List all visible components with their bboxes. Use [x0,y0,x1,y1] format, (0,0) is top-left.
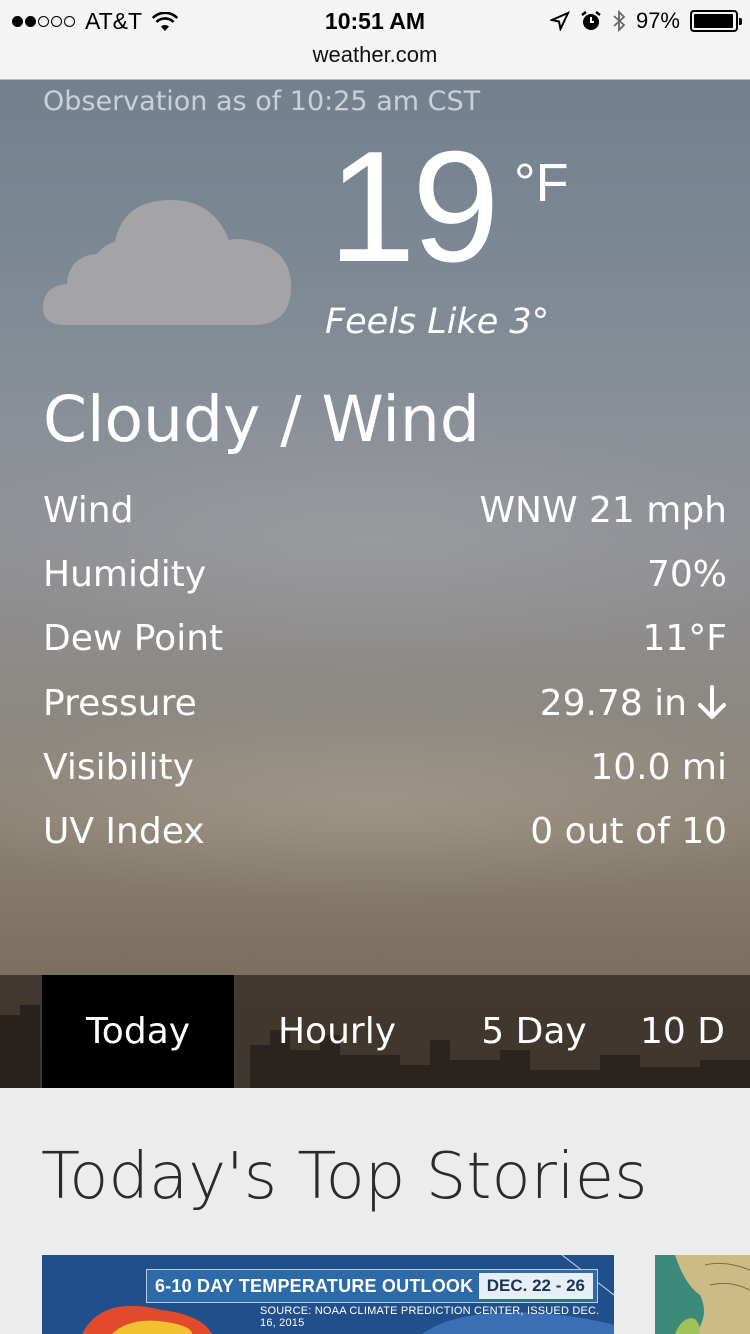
status-bar: AT&T 10:51 AM 97% weather.com [0,0,750,80]
detail-value: 29.78 in [539,682,687,724]
alarm-clock-icon [581,11,601,30]
observation-time: Observation as of 10:25 am CST [43,86,481,117]
address-bar-url[interactable]: weather.com [0,42,750,68]
detail-value-pressure: 29.78 in [540,683,727,724]
feels-like: Feels Like 3° [325,302,550,342]
arrow-down-icon [698,685,726,720]
detail-value: 10.0 mi [590,746,727,788]
details-list: Wind WNW 21 mph Humidity 70% Dew Point 1… [43,478,727,864]
top-stories-heading: Today's Top Stories [41,1140,648,1214]
detail-value: WNW 21 mph [479,489,727,531]
bluetooth-icon [613,9,626,33]
temperature-unit[interactable]: °F [514,152,569,214]
location-arrow-icon [549,11,570,31]
detail-label: UV Index [43,811,205,853]
status-right: 97% [540,8,742,34]
battery-icon [690,10,742,32]
current-conditions-panel: Observation as of 10:25 am CST 19 °F Fee… [0,80,750,1088]
detail-row-wind: Wind WNW 21 mph [43,478,727,542]
story-card-outlook[interactable]: 6-10 DAY TEMPERATURE OUTLOOK DEC. 22 - 2… [42,1255,614,1334]
tab-today[interactable]: Today [42,975,234,1088]
forecast-tab-bar: Today Hourly 5 Day 10 D [0,975,750,1088]
detail-row-uv-index: UV Index 0 out of 10 [43,799,727,863]
outlook-date: DEC. 22 - 26 [478,1273,593,1299]
detail-label: Wind [43,489,134,531]
detail-label: Pressure [43,682,197,724]
detail-row-visibility: Visibility 10.0 mi [43,735,727,799]
story-card-next[interactable] [655,1255,750,1334]
detail-value: 0 out of 10 [530,811,727,853]
detail-row-humidity: Humidity 70% [43,542,727,606]
detail-row-pressure: Pressure 29.78 in [43,671,727,735]
cloud-icon [43,200,292,325]
tab-hourly[interactable]: Hourly [234,975,440,1088]
detail-label: Visibility [43,746,194,788]
outlook-title: 6-10 DAY TEMPERATURE OUTLOOK [155,1275,474,1296]
detail-row-dew-point: Dew Point 11°F [43,607,727,671]
tab-10-day[interactable]: 10 D [628,975,750,1088]
battery-percent: 97% [635,8,680,33]
current-temperature: 19 [328,119,500,295]
map-image [655,1255,750,1334]
outlook-banner: 6-10 DAY TEMPERATURE OUTLOOK DEC. 22 - 2… [146,1269,598,1303]
detail-label: Humidity [43,553,207,595]
detail-label: Dew Point [43,618,224,660]
detail-value: 11°F [642,618,727,660]
detail-value: 70% [646,553,727,595]
outlook-source: SOURCE: NOAA CLIMATE PREDICTION CENTER, … [260,1305,600,1329]
tab-5-day[interactable]: 5 Day [440,975,628,1088]
condition-phrase: Cloudy / Wind [43,383,480,456]
